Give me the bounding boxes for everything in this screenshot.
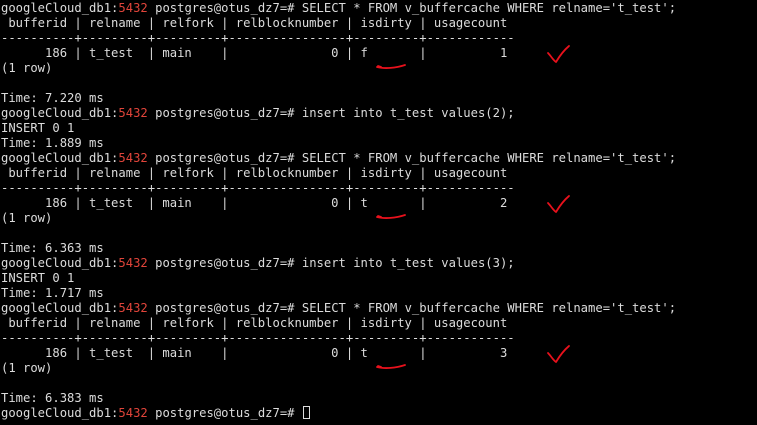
prompt-port: 5432 [118, 256, 148, 270]
prompt-port: 5432 [118, 151, 148, 165]
output-line: (1 row) [1, 361, 53, 375]
prompt-line: googleCloud_db1:5432 postgres@otus_dz7=#… [1, 1, 676, 16]
prompt-host: googleCloud_db1: [1, 106, 119, 120]
output-line: bufferid | relname | relfork | relblockn… [1, 316, 508, 330]
output-line: Time: 6.363 ms [1, 241, 104, 255]
command-text: postgres@otus_dz7=# SELECT * FROM v_buff… [147, 1, 677, 15]
output-line: Time: 1.717 ms [1, 286, 104, 300]
prompt-host: googleCloud_db1: [1, 301, 119, 315]
command-text: postgres@otus_dz7=# insert into t_test v… [147, 106, 515, 120]
prompt-port: 5432 [118, 301, 148, 315]
output-line: bufferid | relname | relfork | relblockn… [1, 16, 508, 30]
output-line: bufferid | relname | relfork | relblockn… [1, 166, 508, 180]
output-line: 186 | t_test | main | 0 | t | 3 [1, 346, 508, 360]
command-text: postgres@otus_dz7=# SELECT * FROM v_buff… [147, 151, 677, 165]
output-line: ----------+---------+---------+---------… [1, 31, 515, 45]
text-cursor[interactable] [302, 406, 310, 419]
active-prompt-line: googleCloud_db1:5432 postgres@otus_dz7=# [1, 406, 310, 421]
output-line: (1 row) [1, 211, 53, 225]
command-text: postgres@otus_dz7=# insert into t_test v… [147, 256, 515, 270]
prompt-host: googleCloud_db1: [1, 1, 119, 15]
output-line: 186 | t_test | main | 0 | f | 1 [1, 46, 508, 60]
prompt-port: 5432 [118, 406, 148, 420]
terminal-window[interactable]: googleCloud_db1:5432 postgres@otus_dz7=#… [0, 0, 757, 425]
output-line: INSERT 0 1 [1, 121, 75, 135]
output-line: INSERT 0 1 [1, 271, 75, 285]
prompt-line: googleCloud_db1:5432 postgres@otus_dz7=#… [1, 301, 676, 316]
prompt-line: googleCloud_db1:5432 postgres@otus_dz7=#… [1, 106, 515, 121]
output-line: 186 | t_test | main | 0 | t | 2 [1, 196, 508, 210]
command-text: postgres@otus_dz7=# [147, 406, 302, 420]
output-line: Time: 7.220 ms [1, 91, 104, 105]
output-line: ----------+---------+---------+---------… [1, 331, 515, 345]
output-line: Time: 1.889 ms [1, 136, 104, 150]
prompt-port: 5432 [118, 106, 148, 120]
output-line: (1 row) [1, 61, 53, 75]
prompt-line: googleCloud_db1:5432 postgres@otus_dz7=#… [1, 151, 676, 166]
command-text: postgres@otus_dz7=# SELECT * FROM v_buff… [147, 301, 677, 315]
output-line: ----------+---------+---------+---------… [1, 181, 515, 195]
prompt-port: 5432 [118, 1, 148, 15]
prompt-line: googleCloud_db1:5432 postgres@otus_dz7=#… [1, 256, 515, 271]
prompt-host: googleCloud_db1: [1, 406, 119, 420]
output-line: Time: 6.383 ms [1, 391, 104, 405]
prompt-host: googleCloud_db1: [1, 151, 119, 165]
prompt-host: googleCloud_db1: [1, 256, 119, 270]
